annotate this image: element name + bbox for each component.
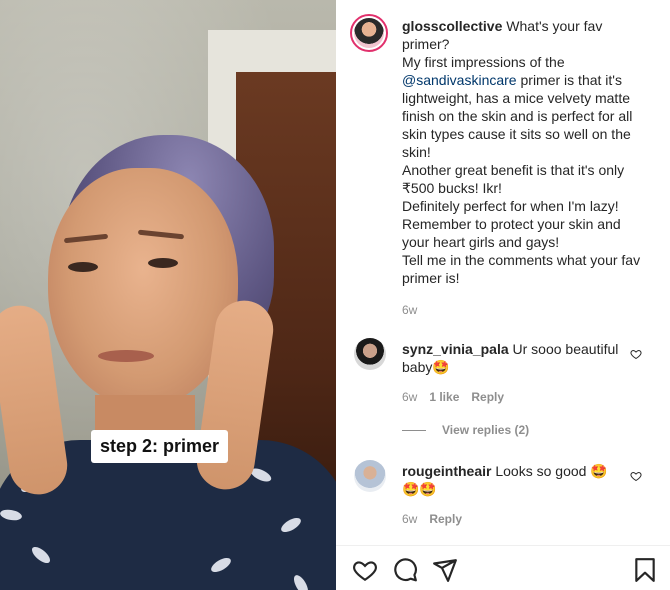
star-struck-emojis: 🤩🤩 xyxy=(402,481,437,497)
star-struck-emoji: 🤩 xyxy=(590,463,608,479)
mention-link[interactable]: @sandivaskincare xyxy=(402,72,517,88)
reply-button[interactable]: Reply xyxy=(429,512,462,526)
author-username[interactable]: glosscollective xyxy=(402,18,502,34)
comment-meta: 6w 1 like Reply xyxy=(402,390,504,404)
post-media[interactable]: step 2: primer xyxy=(0,0,336,590)
star-struck-emoji: 🤩 xyxy=(432,359,450,375)
commenter-username[interactable]: rougeintheair xyxy=(402,463,491,479)
heart-icon[interactable] xyxy=(352,557,378,583)
commenter-username[interactable]: synz_vinia_pala xyxy=(402,341,509,357)
comment-text: rougeintheair Looks so good 🤩 🤩🤩 xyxy=(402,462,622,498)
author-avatar[interactable] xyxy=(350,14,388,52)
view-replies-button[interactable]: View replies (2) xyxy=(442,423,529,437)
reply-button[interactable]: Reply xyxy=(471,390,504,404)
share-icon[interactable] xyxy=(432,557,458,583)
post-side-panel: glosscollective What's your fav primer? … xyxy=(336,0,670,590)
comment-time[interactable]: 6w xyxy=(402,390,417,404)
replies-divider xyxy=(402,430,426,431)
comment-like-heart-icon[interactable] xyxy=(630,348,642,360)
commenter-avatar[interactable] xyxy=(354,460,386,492)
caption-sticker: step 2: primer xyxy=(91,430,229,463)
post-timestamp[interactable]: 6w xyxy=(402,303,417,317)
post-caption: glosscollective What's your fav primer? … xyxy=(402,18,641,286)
right-eye xyxy=(148,258,178,268)
comment-time[interactable]: 6w xyxy=(402,512,417,526)
bookmark-icon[interactable] xyxy=(632,557,658,583)
comment-icon[interactable] xyxy=(392,557,418,583)
comment-text: synz_vinia_pala Ur sooo beautiful baby🤩 xyxy=(402,341,619,375)
left-eye xyxy=(68,262,98,272)
comment-meta: 6w Reply xyxy=(402,512,462,526)
actions-divider xyxy=(336,545,670,546)
comment-like-heart-icon[interactable] xyxy=(630,470,642,482)
commenter-avatar[interactable] xyxy=(354,338,386,370)
lips xyxy=(98,350,154,362)
comment-likes[interactable]: 1 like xyxy=(429,390,459,404)
